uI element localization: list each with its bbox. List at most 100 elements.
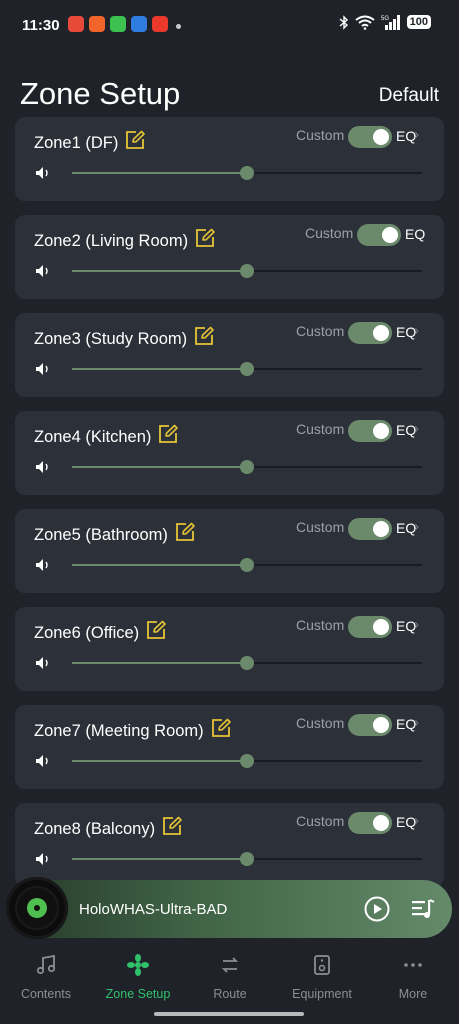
mini-player[interactable]: HoloWHAS-Ultra-BAD <box>6 877 452 939</box>
chevron-right-icon[interactable]: › <box>414 322 419 339</box>
zone-name-text: Zone3 (Study Room) <box>34 330 188 348</box>
play-icon[interactable] <box>364 896 390 922</box>
volume-icon <box>36 755 48 767</box>
edit-icon[interactable] <box>157 423 179 445</box>
zone-card[interactable]: Zone4 (Kitchen) Custom EQ › <box>15 411 444 495</box>
toggle-knob <box>373 423 389 439</box>
svg-text:5G: 5G <box>381 16 389 22</box>
eq-toggle[interactable] <box>348 812 392 834</box>
wechat-app-icon <box>110 16 126 32</box>
volume-slider-thumb[interactable] <box>240 558 254 572</box>
zone-setup-icon <box>127 954 149 976</box>
browser-app-icon <box>131 16 147 32</box>
home-indicator[interactable] <box>154 1012 304 1016</box>
nav-equipment[interactable]: Equipment <box>276 953 368 1001</box>
zone-card[interactable]: Zone6 (Office) Custom EQ › <box>15 607 444 691</box>
music-note-icon <box>36 954 56 975</box>
track-title: HoloWHAS-Ultra-BAD <box>79 901 228 918</box>
zone-name: Zone7 (Meeting Room) <box>34 717 232 741</box>
zone-name-text: Zone8 (Balcony) <box>34 820 156 838</box>
volume-slider-fill <box>72 858 247 860</box>
custom-label: Custom <box>296 127 345 143</box>
eq-toggle[interactable] <box>348 616 392 638</box>
chevron-right-icon[interactable]: › <box>414 714 419 731</box>
equipment-icon <box>314 955 330 975</box>
volume-slider[interactable] <box>72 460 422 474</box>
toggle-knob <box>382 227 398 243</box>
custom-label: Custom <box>296 323 345 339</box>
volume-slider-thumb[interactable] <box>240 166 254 180</box>
edit-icon[interactable] <box>210 717 232 739</box>
zone-name: Zone8 (Balcony) <box>34 815 183 839</box>
zone-name: Zone4 (Kitchen) <box>34 423 179 447</box>
volume-slider-thumb[interactable] <box>240 852 254 866</box>
eq-toggle[interactable] <box>357 224 401 246</box>
nav-more[interactable]: More <box>367 953 459 1001</box>
zone-card[interactable]: Zone7 (Meeting Room) Custom EQ › <box>15 705 444 789</box>
zone-name: Zone1 (DF) <box>34 129 146 153</box>
eq-toggle[interactable] <box>348 518 392 540</box>
nav-route-label: Route <box>213 987 247 1001</box>
volume-slider[interactable] <box>72 166 422 180</box>
volume-slider[interactable] <box>72 264 422 278</box>
custom-label: Custom <box>305 225 354 241</box>
nav-zone-setup-label: Zone Setup <box>105 987 171 1001</box>
volume-icon <box>36 265 48 277</box>
chevron-right-icon[interactable]: › <box>414 812 419 829</box>
zone-name-text: Zone1 (DF) <box>34 134 119 152</box>
edit-icon[interactable] <box>124 129 146 151</box>
playlist-icon[interactable] <box>410 896 436 922</box>
volume-slider-thumb[interactable] <box>240 460 254 474</box>
eq-toggle[interactable] <box>348 714 392 736</box>
nav-route[interactable]: Route <box>184 953 276 1001</box>
more-notifications-dot <box>176 24 181 29</box>
volume-icon <box>36 167 48 179</box>
zone-name-text: Zone4 (Kitchen) <box>34 428 152 446</box>
taobao-app-icon <box>89 16 105 32</box>
zone-card[interactable]: Zone1 (DF) Custom EQ › <box>15 117 444 201</box>
volume-slider[interactable] <box>72 558 422 572</box>
chevron-right-icon[interactable]: › <box>414 518 419 535</box>
volume-slider-thumb[interactable] <box>240 656 254 670</box>
chevron-right-icon[interactable]: › <box>414 616 419 633</box>
eq-toggle[interactable] <box>348 322 392 344</box>
edit-icon[interactable] <box>193 325 215 347</box>
status-time: 11:30 <box>22 17 60 34</box>
zone-card[interactable]: Zone8 (Balcony) Custom EQ › <box>15 803 444 887</box>
edit-icon[interactable] <box>174 521 196 543</box>
zone-card[interactable]: Zone5 (Bathroom) Custom EQ › <box>15 509 444 593</box>
nav-contents-label: Contents <box>20 987 72 1001</box>
volume-slider-thumb[interactable] <box>240 264 254 278</box>
zone-card[interactable]: Zone2 (Living Room) Custom EQ <box>15 215 444 299</box>
default-button[interactable]: Default <box>379 85 439 107</box>
volume-slider-thumb[interactable] <box>240 754 254 768</box>
disc-hole <box>34 905 40 911</box>
volume-slider-thumb[interactable] <box>240 362 254 376</box>
volume-slider[interactable] <box>72 362 422 376</box>
volume-icon <box>36 461 48 473</box>
volume-slider-fill <box>72 270 247 272</box>
volume-slider[interactable] <box>72 754 422 768</box>
volume-slider[interactable] <box>72 852 422 866</box>
eq-toggle[interactable] <box>348 126 392 148</box>
volume-icon <box>36 363 48 375</box>
nav-contents[interactable]: Contents <box>0 953 92 1001</box>
system-indicators: 5G 100 <box>339 14 431 30</box>
edit-icon[interactable] <box>161 815 183 837</box>
nav-equipment-label: Equipment <box>292 987 352 1001</box>
zone-name: Zone3 (Study Room) <box>34 325 215 349</box>
volume-slider-fill <box>72 564 247 566</box>
signal-icon: 5G <box>381 15 400 30</box>
nav-zone-setup[interactable]: Zone Setup <box>92 953 184 1001</box>
eq-toggle[interactable] <box>348 420 392 442</box>
zone-card[interactable]: Zone3 (Study Room) Custom EQ › <box>15 313 444 397</box>
volume-icon <box>36 657 48 669</box>
edit-icon[interactable] <box>145 619 167 641</box>
zone-name: Zone6 (Office) <box>34 619 167 643</box>
edit-icon[interactable] <box>194 227 216 249</box>
chevron-right-icon[interactable]: › <box>414 126 419 143</box>
chevron-right-icon[interactable]: › <box>414 420 419 437</box>
volume-slider[interactable] <box>72 656 422 670</box>
custom-label: Custom <box>296 617 345 633</box>
volume-slider-fill <box>72 466 247 468</box>
